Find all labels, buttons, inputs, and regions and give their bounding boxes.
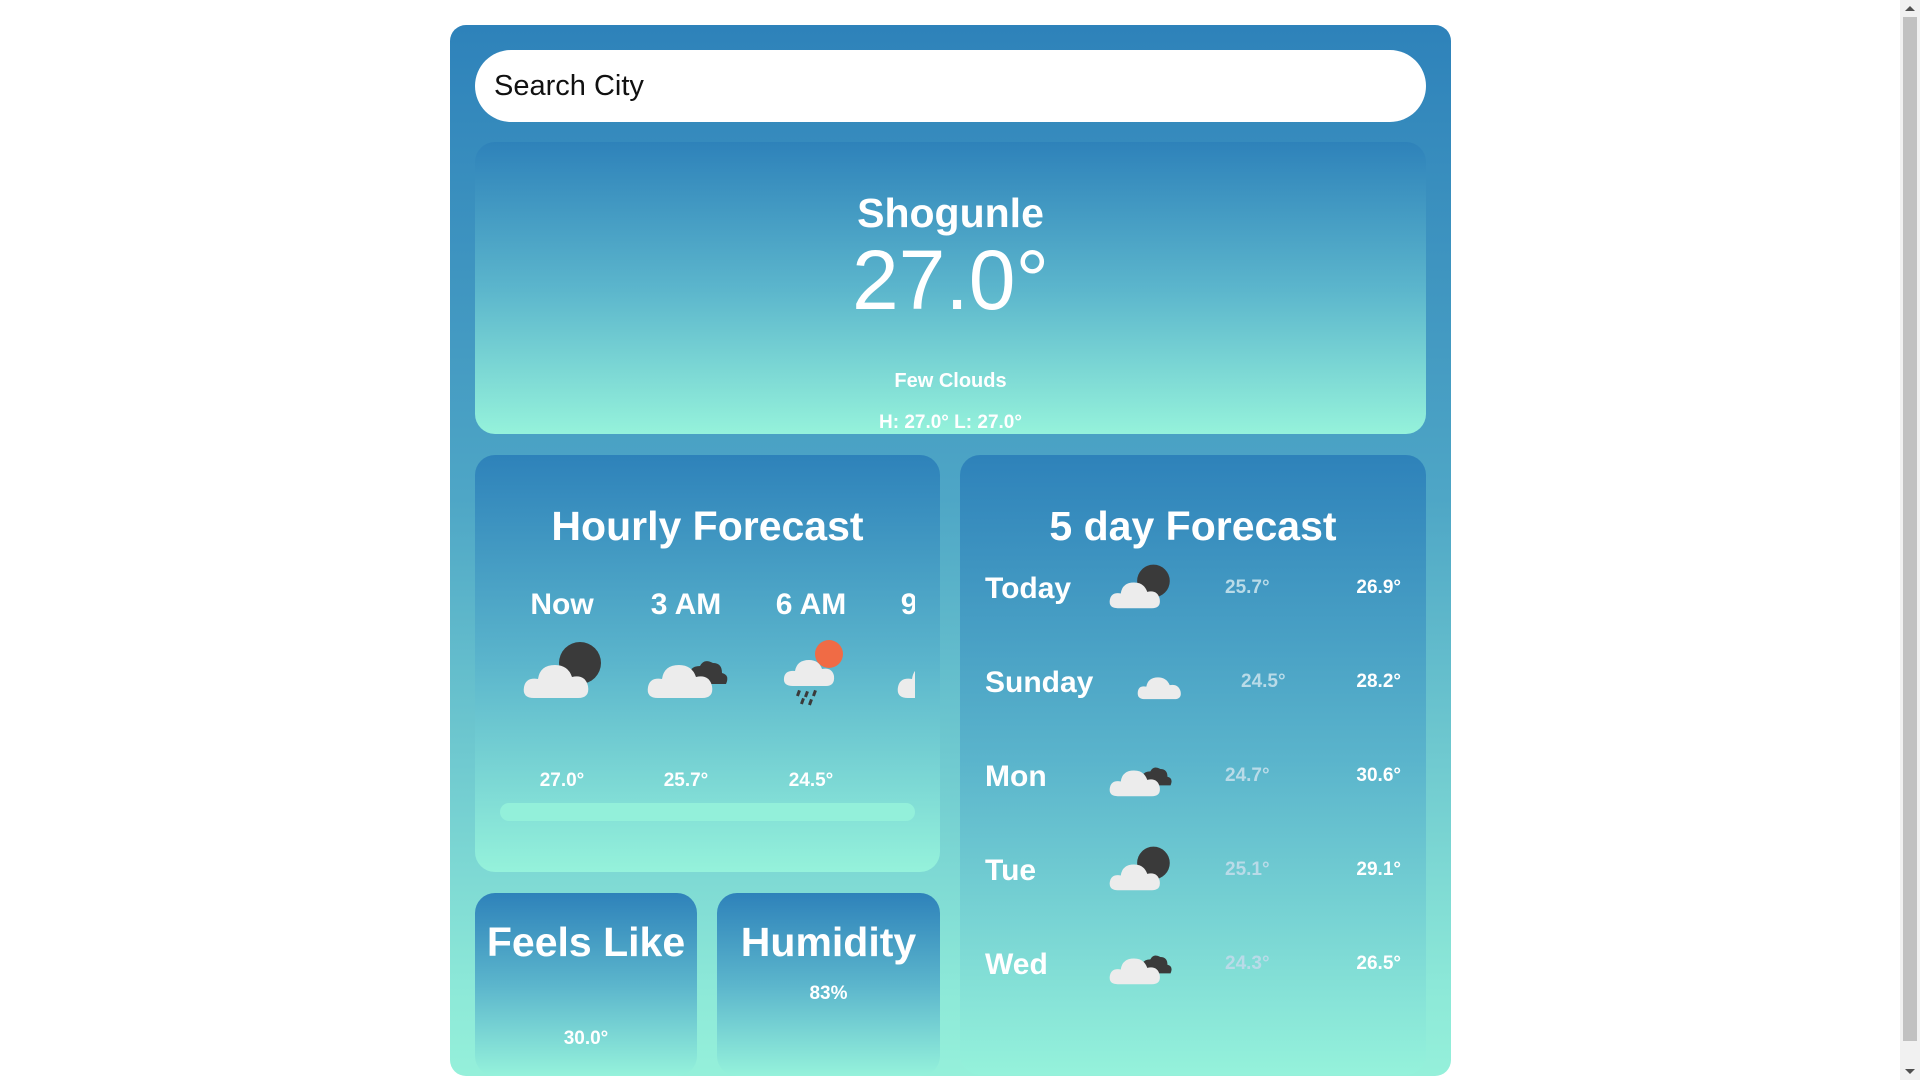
forecast-day: Today <box>985 572 1072 605</box>
hour-label: 6 AM <box>775 588 847 621</box>
feels-like-card: Feels Like 30.0° <box>475 893 697 1076</box>
cloud-moon-icon <box>522 636 606 708</box>
hourly-item: 6 AM 24.5° <box>749 588 873 788</box>
forecast-row: Mon 24.7° 30.6° <box>985 748 1401 808</box>
cloud-icon <box>1129 654 1201 710</box>
scrollbar-thumb[interactable] <box>1903 17 1917 1041</box>
forecast-high: 26.9° <box>1356 577 1401 598</box>
forecast-row: Wed 24.3° 26.5° <box>985 936 1401 996</box>
forecast-high: 30.6° <box>1356 765 1401 786</box>
hourly-item: 3 AM 25.7° <box>624 588 748 788</box>
rain-sun-icon <box>771 636 855 708</box>
hourly-forecast-title: Hourly Forecast <box>551 503 864 549</box>
hour-temperature: 24.5° <box>788 770 834 788</box>
forecast-day: Mon <box>985 760 1047 793</box>
hourly-item: Now 27.0° <box>500 588 624 788</box>
cloudy-night-icon <box>1105 936 1177 992</box>
forecast-row: Tue 25.1° 29.1° <box>985 842 1401 902</box>
hour-label: Now <box>530 588 594 621</box>
hourly-forecast-card: Hourly Forecast Now 27.0° 3 AM 25.7° 6 A… <box>475 455 940 872</box>
high-low-temperature: H: 27.0° L: 27.0° <box>879 412 1022 433</box>
five-day-forecast-card: 5 day Forecast Today 25.7° 26.9° Sunday … <box>960 455 1426 1075</box>
city-name: Shogunle <box>857 190 1044 236</box>
weather-app: Shogunle 27.0° Few Clouds H: 27.0° L: 27… <box>450 25 1451 1076</box>
search-city-input[interactable] <box>475 50 1426 122</box>
hour-label: 3 AM <box>650 588 722 621</box>
forecast-day: Wed <box>985 948 1048 981</box>
five-day-forecast-title: 5 day Forecast <box>1049 503 1337 549</box>
hourly-scrollbar[interactable] <box>500 803 915 821</box>
scroll-up-arrow-icon[interactable] <box>1905 6 1915 11</box>
forecast-low: 25.7° <box>1225 577 1270 598</box>
cloudy-night-icon <box>646 636 730 708</box>
cloud-moon-icon <box>1105 560 1177 616</box>
weather-condition: Few Clouds <box>894 370 1007 392</box>
cloud-moon-icon <box>1105 842 1177 898</box>
cloudy-night-icon <box>1105 748 1177 804</box>
forecast-row: Sunday 24.5° 28.2° <box>985 654 1401 714</box>
hour-temperature: 27.0° <box>539 770 585 788</box>
forecast-low: 24.5° <box>1241 671 1286 692</box>
humidity-card: Humidity 83% <box>717 893 940 1076</box>
hourly-forecast-scroller[interactable]: Now 27.0° 3 AM 25.7° 6 AM 24.5° 9 AM <box>500 588 915 788</box>
current-temperature: 27.0° <box>851 233 1050 327</box>
humidity-title: Humidity <box>740 919 917 965</box>
feels-like-value: 30.0° <box>563 1028 609 1049</box>
page-scrollbar[interactable] <box>1900 0 1920 1080</box>
forecast-high: 28.2° <box>1356 671 1401 692</box>
feels-like-title: Feels Like <box>486 919 686 965</box>
forecast-high: 29.1° <box>1356 859 1401 880</box>
scroll-down-arrow-icon[interactable] <box>1905 1069 1915 1074</box>
forecast-high: 26.5° <box>1356 953 1401 974</box>
cloud-moon-icon <box>896 636 915 708</box>
hour-temperature: 25.7° <box>663 770 709 788</box>
forecast-low: 24.3° <box>1225 953 1270 974</box>
forecast-day: Sunday <box>985 666 1094 699</box>
hourly-item: 9 AM <box>874 588 915 788</box>
forecast-day: Tue <box>985 854 1037 887</box>
hour-label: 9 AM <box>900 588 915 621</box>
forecast-low: 24.7° <box>1225 765 1270 786</box>
current-weather-card: Shogunle 27.0° Few Clouds H: 27.0° L: 27… <box>475 142 1426 434</box>
forecast-row: Today 25.7° 26.9° <box>985 560 1401 620</box>
humidity-value: 83% <box>809 983 848 1004</box>
forecast-low: 25.1° <box>1225 859 1270 880</box>
